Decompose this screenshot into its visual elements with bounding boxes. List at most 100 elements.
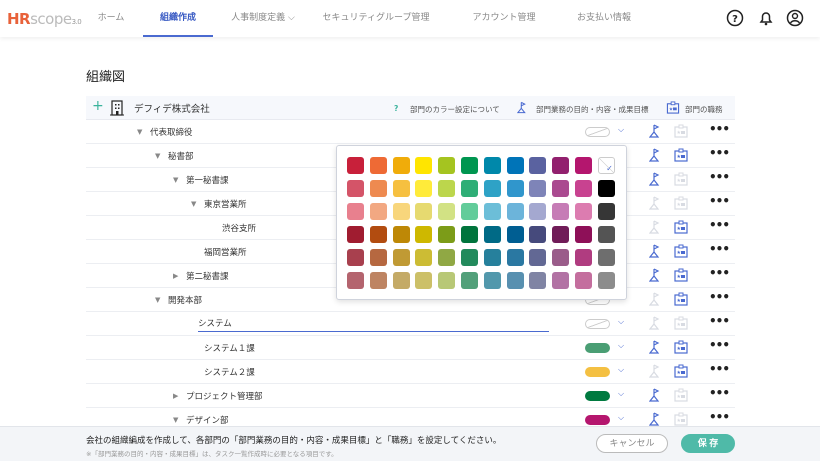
department-name[interactable]: 代表取締役 [150,126,193,138]
color-option[interactable] [597,203,615,220]
more-menu-icon[interactable]: ••• [709,218,730,232]
caret-right-icon[interactable]: ▶ [173,392,178,400]
duty-card-icon[interactable]: ★ [674,148,688,162]
color-option[interactable] [552,157,570,174]
color-option[interactable] [438,203,456,220]
color-option[interactable] [483,203,501,220]
department-name[interactable]: 第二秘書課 [186,270,229,282]
nav-tab[interactable]: セキュリティグループ管理 [320,0,432,37]
no-color-option[interactable]: ✓ [597,157,615,174]
color-option[interactable] [461,272,478,289]
goals-flag-icon[interactable] [648,364,663,378]
caret-down-icon[interactable]: ▼ [137,128,142,136]
caret-right-icon[interactable]: ▶ [173,272,178,280]
color-option[interactable] [506,203,524,220]
nav-tab[interactable]: 組織作成 [143,0,213,37]
color-option[interactable] [483,249,501,266]
logo[interactable]: HRscope3.0 [7,10,82,28]
department-name[interactable]: 秘書部 [168,150,194,162]
more-menu-icon[interactable]: ••• [709,146,730,160]
color-option[interactable] [529,249,547,266]
color-option[interactable] [483,180,501,197]
help-icon[interactable]: ? [726,9,744,27]
color-option[interactable] [506,157,524,174]
color-option[interactable] [415,180,433,197]
color-option[interactable] [575,157,592,174]
goals-flag-icon[interactable] [648,220,663,234]
duty-card-icon[interactable]: ★ [674,316,688,330]
color-option[interactable] [438,272,456,289]
duty-card-icon[interactable]: ★ [674,340,688,354]
more-menu-icon[interactable]: ••• [709,194,730,208]
color-option[interactable] [552,180,570,197]
goals-flag-icon[interactable] [648,196,663,210]
color-option[interactable] [552,226,570,243]
color-option[interactable] [415,203,433,220]
nav-tab[interactable]: 人事制度定義 ⌵ [218,0,308,37]
duty-card-icon[interactable]: ★ [674,172,688,186]
color-option[interactable] [483,226,501,243]
nav-tab[interactable]: ホーム [86,0,136,37]
caret-down-icon[interactable]: ▼ [191,200,196,208]
department-name[interactable]: 渋谷支所 [222,222,256,234]
duty-card-icon[interactable]: ★ [674,124,688,138]
color-option[interactable] [461,180,478,197]
color-option[interactable] [552,203,570,220]
color-option[interactable] [529,203,547,220]
color-option[interactable] [552,272,570,289]
chevron-down-icon[interactable]: ⌵ [618,341,624,351]
color-option[interactable] [506,249,524,266]
department-name[interactable]: プロジェクト管理部 [186,390,263,402]
color-option[interactable] [415,249,433,266]
caret-down-icon[interactable]: ▼ [155,296,160,304]
save-button[interactable]: 保 存 [681,434,735,453]
department-name-input[interactable] [198,314,549,332]
color-option[interactable] [597,249,615,266]
more-menu-icon[interactable]: ••• [709,266,730,280]
color-option[interactable] [597,180,615,197]
goals-flag-icon[interactable] [648,316,663,330]
goals-flag-icon[interactable] [648,268,663,282]
color-option[interactable] [392,157,410,174]
color-option[interactable] [369,272,387,289]
color-option[interactable] [438,249,456,266]
color-option[interactable] [438,157,456,174]
department-name[interactable]: 第一秘書課 [186,174,229,186]
color-option[interactable] [415,272,433,289]
chevron-down-icon[interactable]: ⌵ [618,317,624,327]
color-option[interactable] [597,226,615,243]
color-option[interactable] [575,226,592,243]
color-option[interactable] [461,157,478,174]
duty-card-icon[interactable]: ★ [674,196,688,210]
color-option[interactable] [392,249,410,266]
department-name[interactable]: システム２課 [204,366,255,378]
color-swatch-button[interactable] [585,127,610,137]
more-menu-icon[interactable]: ••• [709,410,730,424]
more-menu-icon[interactable]: ••• [709,290,730,304]
color-option[interactable] [483,157,501,174]
more-menu-icon[interactable]: ••• [709,386,730,400]
question-icon[interactable]: ? [394,104,398,113]
color-option[interactable] [461,249,478,266]
color-option[interactable] [369,249,387,266]
color-option[interactable] [438,226,456,243]
more-menu-icon[interactable]: ••• [709,338,730,352]
color-option[interactable] [415,157,433,174]
color-help-link[interactable]: 部門のカラー設定について [410,104,500,115]
color-option[interactable] [575,272,592,289]
color-swatch-button[interactable] [585,391,610,401]
color-option[interactable] [347,203,364,220]
chevron-down-icon[interactable]: ⌵ [618,413,624,423]
color-option[interactable] [347,226,364,243]
color-option[interactable] [347,180,364,197]
department-name[interactable]: 福岡営業所 [204,246,247,258]
chevron-down-icon[interactable]: ⌵ [618,389,624,399]
color-option[interactable] [438,180,456,197]
chevron-down-icon[interactable]: ⌵ [618,365,624,375]
goals-flag-icon[interactable] [648,388,663,402]
color-option[interactable] [597,272,615,289]
color-option[interactable] [575,180,592,197]
color-option[interactable] [392,180,410,197]
bell-icon[interactable] [757,9,775,27]
duty-card-icon[interactable]: ★ [674,220,688,234]
